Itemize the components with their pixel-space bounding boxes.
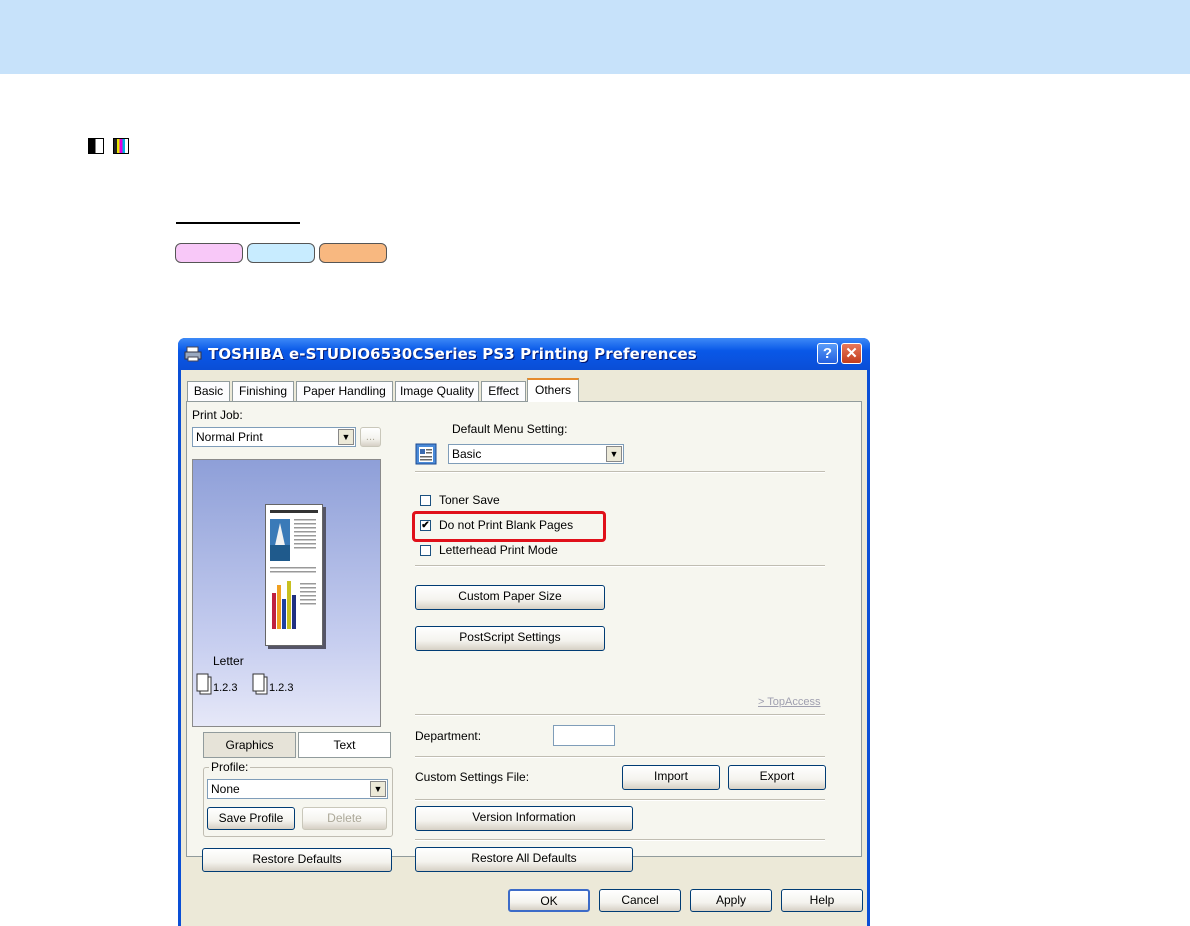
tab-basic[interactable]: Basic <box>187 381 230 401</box>
import-button[interactable]: Import <box>622 765 720 790</box>
postscript-settings-button[interactable]: PostScript Settings <box>415 626 605 651</box>
ok-button[interactable]: OK <box>508 889 590 912</box>
profile-label: Profile: <box>209 760 251 774</box>
default-menu-select[interactable]: Basic ▼ <box>448 444 624 464</box>
tab-finishing[interactable]: Finishing <box>232 381 294 401</box>
divider <box>415 714 825 716</box>
divider <box>415 799 825 801</box>
toner-save-checkbox[interactable] <box>420 495 431 506</box>
help-button[interactable]: Help <box>781 889 863 912</box>
export-button[interactable]: Export <box>728 765 826 790</box>
print-job-value: Normal Print <box>196 430 263 444</box>
letterhead-label: Letterhead Print Mode <box>439 543 558 557</box>
black-white-mode-icon <box>88 138 104 154</box>
letterhead-checkbox[interactable] <box>420 545 431 556</box>
category-tag-orange <box>319 243 387 263</box>
tab-effect[interactable]: Effect <box>481 381 526 401</box>
custom-settings-label: Custom Settings File: <box>415 770 530 784</box>
version-information-button[interactable]: Version Information <box>415 806 633 831</box>
delete-profile-button[interactable]: Delete <box>302 807 387 830</box>
preview-page-thumbnail <box>265 504 323 646</box>
title-bar[interactable]: TOSHIBA e-STUDIO6530CSeries PS3 Printing… <box>178 338 870 370</box>
menu-setting-icon <box>415 443 437 465</box>
department-field[interactable] <box>553 725 615 746</box>
printing-preferences-dialog: TOSHIBA e-STUDIO6530CSeries PS3 Printing… <box>178 338 870 926</box>
chevron-down-icon[interactable]: ▼ <box>370 781 386 797</box>
view-text-button[interactable]: Text <box>298 732 391 758</box>
print-job-label: Print Job: <box>192 408 243 422</box>
cancel-button[interactable]: Cancel <box>599 889 681 912</box>
help-icon[interactable]: ? <box>817 343 838 364</box>
default-menu-label: Default Menu Setting: <box>452 422 568 436</box>
department-label: Department: <box>415 729 482 743</box>
chevron-down-icon[interactable]: ▼ <box>338 429 354 445</box>
profile-select[interactable]: None ▼ <box>207 779 388 799</box>
profile-value: None <box>211 782 240 796</box>
apply-button[interactable]: Apply <box>690 889 772 912</box>
printer-icon <box>184 346 202 362</box>
print-job-options-button[interactable]: ... <box>360 427 381 447</box>
divider <box>415 471 825 473</box>
print-job-select[interactable]: Normal Print ▼ <box>192 427 356 447</box>
divider <box>415 756 825 758</box>
restore-defaults-button[interactable]: Restore Defaults <box>202 848 392 872</box>
top-banner <box>0 0 1190 74</box>
section-heading-underline <box>176 222 300 224</box>
close-icon[interactable]: ✕ <box>841 343 862 364</box>
chevron-down-icon[interactable]: ▼ <box>606 446 622 462</box>
preview-page-image <box>270 510 318 629</box>
tab-image-quality[interactable]: Image Quality <box>395 381 479 401</box>
custom-paper-size-button[interactable]: Custom Paper Size <box>415 585 605 610</box>
category-tag-pink <box>175 243 243 263</box>
page-order-label: 1.2.3 <box>269 682 294 694</box>
window-title: TOSHIBA e-STUDIO6530CSeries PS3 Printing… <box>208 345 697 363</box>
tab-others[interactable]: Others <box>527 378 579 402</box>
color-mode-icon <box>113 138 129 154</box>
page-order-icon <box>196 673 212 695</box>
restore-all-defaults-button[interactable]: Restore All Defaults <box>415 847 633 872</box>
view-graphics-button[interactable]: Graphics <box>203 732 296 758</box>
category-tag-blue <box>247 243 315 263</box>
toner-save-label: Toner Save <box>439 493 500 507</box>
dialog-body: Basic Finishing Paper Handling Image Qua… <box>181 370 867 926</box>
page-order-icon <box>252 673 268 695</box>
default-menu-value: Basic <box>452 447 482 461</box>
divider <box>415 839 825 841</box>
divider <box>415 565 825 567</box>
preview-paper-size: Letter <box>213 654 244 668</box>
topaccess-link[interactable]: > TopAccess <box>758 696 820 708</box>
tab-paper-handling[interactable]: Paper Handling <box>296 381 393 401</box>
save-profile-button[interactable]: Save Profile <box>207 807 295 830</box>
page-order-label: 1.2.3 <box>213 682 238 694</box>
print-preview: Letter 1.2.3 1.2.3 <box>192 459 381 727</box>
highlight-box <box>412 511 606 542</box>
